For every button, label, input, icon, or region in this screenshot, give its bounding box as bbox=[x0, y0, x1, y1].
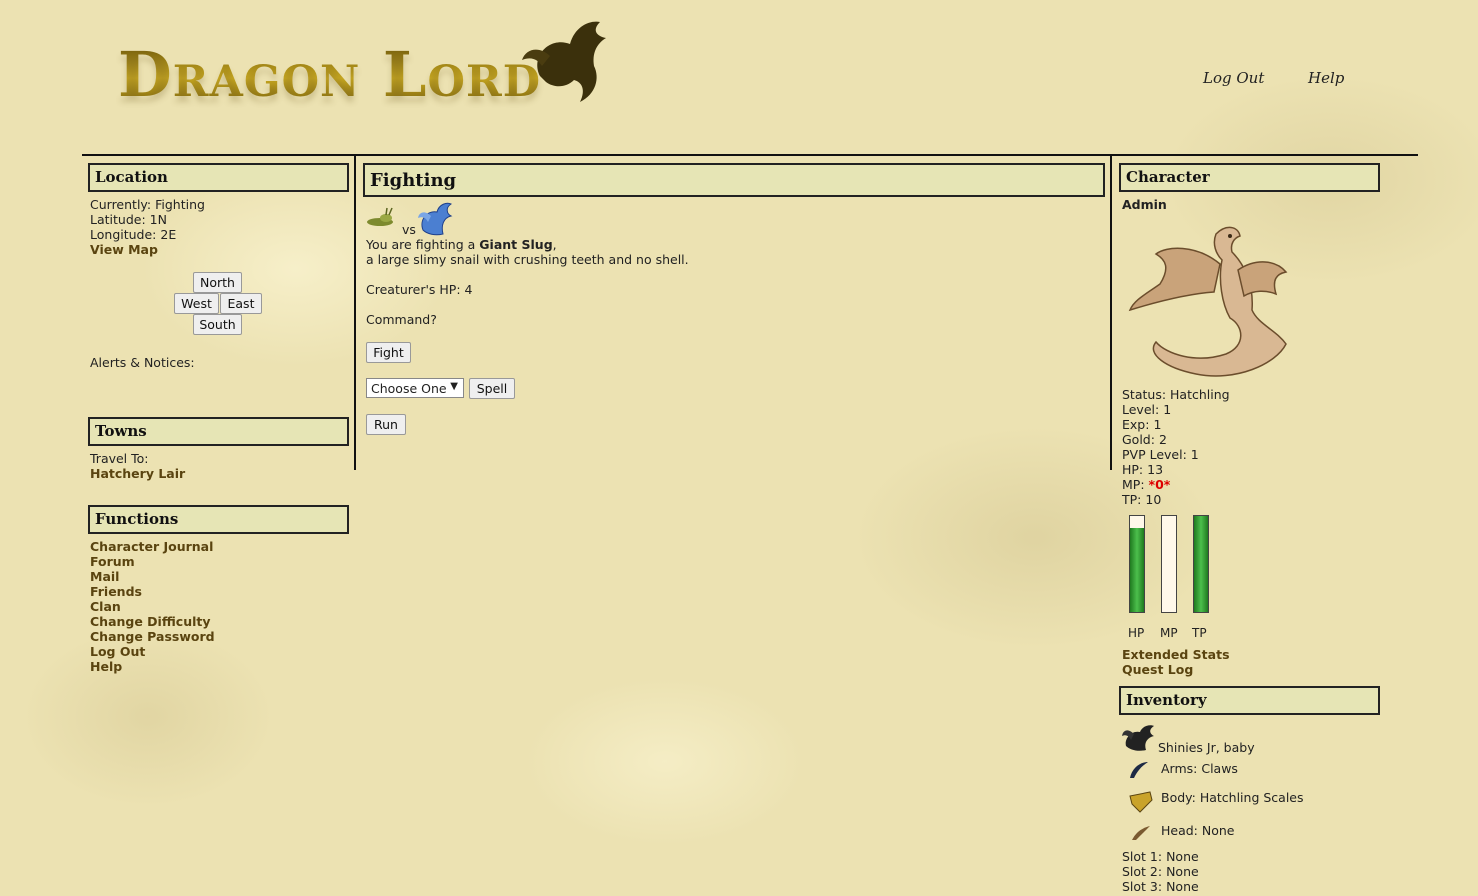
gold-line: Gold: 2 bbox=[1122, 432, 1167, 447]
spell-select[interactable]: Choose One ▼ bbox=[366, 378, 464, 398]
inventory-panel-title: Inventory bbox=[1119, 686, 1380, 715]
command-prompt: Command? bbox=[366, 312, 437, 327]
function-link-change-difficulty[interactable]: Change Difficulty bbox=[90, 614, 211, 629]
right-column-divider bbox=[1110, 156, 1112, 470]
function-link-help[interactable]: Help bbox=[90, 659, 122, 674]
pet-dragon-icon bbox=[1122, 725, 1154, 751]
location-panel-title: Location bbox=[88, 163, 349, 192]
functions-panel-title: Functions bbox=[88, 505, 349, 534]
monster-name: Giant Slug bbox=[479, 237, 553, 252]
function-link-friends[interactable]: Friends bbox=[90, 584, 142, 599]
arms-slot: Arms: Claws bbox=[1161, 761, 1238, 776]
status-line: Status: Hatchling bbox=[1122, 387, 1230, 402]
player-dragon-icon bbox=[418, 202, 453, 236]
dropdown-arrow-icon: ▼ bbox=[450, 381, 458, 392]
fight-button[interactable]: Fight bbox=[366, 342, 411, 363]
spell-button[interactable]: Spell bbox=[469, 378, 515, 399]
site-logo: Dragon Lord bbox=[118, 38, 542, 111]
mp-value: *0* bbox=[1148, 477, 1171, 492]
header-divider bbox=[82, 154, 1418, 156]
head-slot: Head: None bbox=[1161, 823, 1235, 838]
location-latitude: Latitude: 1N bbox=[90, 212, 167, 227]
character-dragon-portrait bbox=[1128, 226, 1288, 377]
head-slot-icon bbox=[1132, 826, 1150, 840]
fighting-panel-title: Fighting bbox=[363, 163, 1105, 197]
function-link-forum[interactable]: Forum bbox=[90, 554, 135, 569]
mp-bar bbox=[1161, 515, 1177, 613]
north-button[interactable]: North bbox=[193, 272, 242, 293]
hp-line: HP: 13 bbox=[1122, 462, 1164, 477]
run-button[interactable]: Run bbox=[366, 414, 406, 435]
function-link-character-journal[interactable]: Character Journal bbox=[90, 539, 213, 554]
exp-line: Exp: 1 bbox=[1122, 417, 1162, 432]
hp-bar-label: HP bbox=[1128, 626, 1145, 640]
header-help-link[interactable]: Help bbox=[1308, 69, 1344, 87]
mp-line: MP: *0* bbox=[1122, 477, 1171, 492]
vs-label: vs bbox=[402, 222, 416, 237]
extended-stats-link[interactable]: Extended Stats bbox=[1122, 647, 1230, 662]
function-link-mail[interactable]: Mail bbox=[90, 569, 119, 584]
monster-description: a large slimy snail with crushing teeth … bbox=[366, 252, 689, 267]
inventory-slot-1: Slot 1: None bbox=[1122, 849, 1199, 864]
inventory-slot-2: Slot 2: None bbox=[1122, 864, 1199, 879]
south-button[interactable]: South bbox=[193, 314, 242, 335]
character-name: Admin bbox=[1122, 197, 1167, 212]
east-button[interactable]: East bbox=[220, 293, 262, 314]
header-logout-link[interactable]: Log Out bbox=[1203, 69, 1264, 87]
dragon-logo-icon bbox=[522, 21, 606, 102]
left-column-divider bbox=[354, 156, 356, 470]
location-longitude: Longitude: 2E bbox=[90, 227, 177, 242]
view-map-link[interactable]: View Map bbox=[90, 242, 158, 257]
character-panel-title: Character bbox=[1119, 163, 1380, 192]
tp-bar bbox=[1193, 515, 1209, 613]
monster-hp: Creaturer's HP: 4 bbox=[366, 282, 473, 297]
towns-panel-title: Towns bbox=[88, 417, 349, 446]
tp-bar-fill bbox=[1194, 516, 1208, 612]
function-link-change-password[interactable]: Change Password bbox=[90, 629, 215, 644]
function-link-clan[interactable]: Clan bbox=[90, 599, 121, 614]
tp-line: TP: 10 bbox=[1122, 492, 1162, 507]
town-link-hatchery-lair[interactable]: Hatchery Lair bbox=[90, 466, 185, 481]
pvp-line: PVP Level: 1 bbox=[1122, 447, 1199, 462]
inventory-slot-3: Slot 3: None bbox=[1122, 879, 1199, 894]
west-button[interactable]: West bbox=[174, 293, 219, 314]
quest-log-link[interactable]: Quest Log bbox=[1122, 662, 1193, 677]
hp-bar bbox=[1129, 515, 1145, 613]
pet-name: Shinies Jr, baby bbox=[1158, 740, 1255, 755]
alerts-label: Alerts & Notices: bbox=[90, 355, 195, 370]
giant-slug-icon bbox=[367, 207, 393, 226]
fight-intro: You are fighting a Giant Slug, bbox=[366, 237, 557, 252]
function-link-log-out[interactable]: Log Out bbox=[90, 644, 145, 659]
scales-armor-icon bbox=[1129, 791, 1153, 813]
travel-to-label: Travel To: bbox=[90, 451, 149, 466]
location-currently: Currently: Fighting bbox=[90, 197, 205, 212]
level-line: Level: 1 bbox=[1122, 402, 1172, 417]
hp-bar-fill bbox=[1130, 527, 1144, 612]
body-slot: Body: Hatchling Scales bbox=[1161, 790, 1304, 805]
claws-icon bbox=[1130, 762, 1148, 778]
tp-bar-label: TP bbox=[1192, 626, 1207, 640]
mp-bar-label: MP bbox=[1160, 626, 1178, 640]
